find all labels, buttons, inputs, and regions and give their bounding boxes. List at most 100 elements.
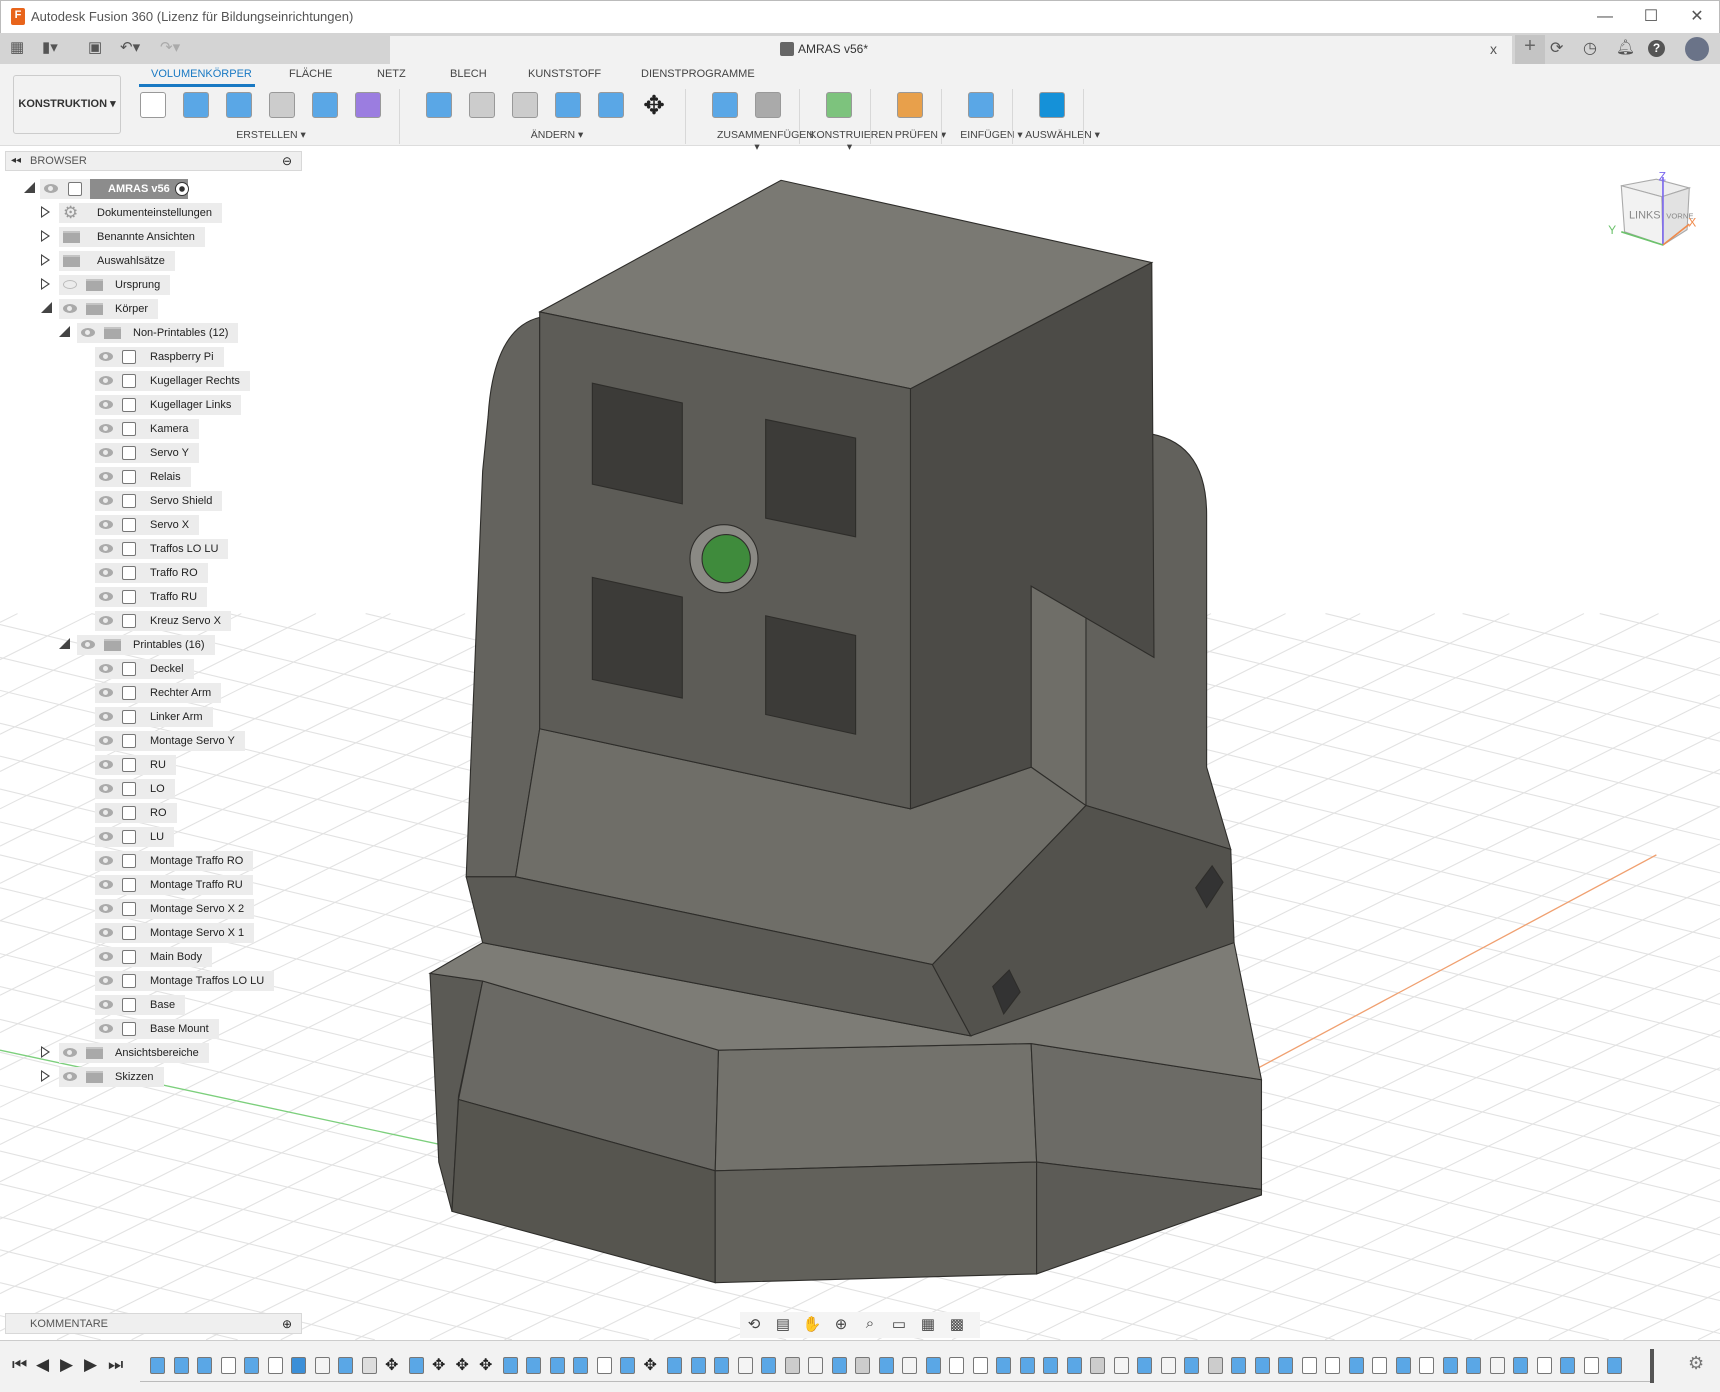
group-label-6[interactable]: AUSWÄHLEN ▾ (1023, 129, 1103, 141)
extrude-feature-icon[interactable] (620, 1357, 635, 1374)
sketch-edit-feature-icon[interactable] (1489, 1357, 1505, 1374)
close-window-button[interactable]: ✕ (1677, 5, 1717, 29)
eye-icon[interactable] (99, 952, 113, 961)
eye-icon[interactable] (99, 712, 113, 721)
select-icon[interactable] (1036, 88, 1068, 122)
viewcube[interactable]: LINKS VORNE Z X Y (1608, 169, 1696, 246)
first-icon[interactable]: ⏮ (12, 1355, 27, 1375)
collapsed-triangle-icon[interactable] (41, 278, 50, 290)
joint-feature-icon[interactable] (361, 1357, 377, 1374)
eye-icon[interactable] (99, 352, 113, 361)
minimize-panel-icon[interactable]: ⊖ (282, 154, 292, 168)
tab-2[interactable]: NETZ (377, 68, 406, 80)
eye-icon[interactable] (63, 304, 77, 313)
sketch-feature-icon[interactable] (972, 1357, 988, 1374)
browser-item[interactable]: Ansichtsbereiche (0, 1043, 300, 1063)
browser-item[interactable]: Kreuz Servo X (0, 611, 300, 631)
extrude-feature-icon[interactable] (150, 1357, 165, 1374)
eye-icon[interactable] (81, 640, 95, 649)
eye-icon[interactable] (99, 448, 113, 457)
browser-item[interactable]: RU (0, 755, 300, 775)
workspace-dropdown[interactable]: KONSTRUKTION ▾ (13, 75, 121, 134)
fillet-feature-icon[interactable] (784, 1357, 800, 1374)
hidden-eye-icon[interactable] (63, 280, 77, 289)
browser-item[interactable]: Rechter Arm (0, 683, 300, 703)
extrude-feature-icon[interactable] (173, 1357, 189, 1374)
combine-feature-icon[interactable] (1278, 1357, 1293, 1374)
add-comment-icon[interactable]: ⊕ (282, 1317, 292, 1331)
browser-item[interactable]: Base (0, 995, 300, 1015)
combine-feature-icon[interactable] (1560, 1357, 1575, 1374)
combine-feature-icon[interactable] (549, 1357, 565, 1374)
file-icon[interactable]: ▮▾ (42, 38, 58, 56)
extrude-icon[interactable] (180, 88, 212, 122)
fillet-feature-icon[interactable] (1207, 1357, 1223, 1374)
undo-icon[interactable]: ↶▾ (120, 38, 140, 56)
eye-icon[interactable] (63, 1072, 77, 1081)
extrude-feature-icon[interactable] (502, 1357, 518, 1374)
fillet-feature-icon[interactable] (1090, 1357, 1105, 1374)
eye-icon[interactable] (99, 1024, 113, 1033)
browser-item[interactable]: Servo Y (0, 443, 300, 463)
maximize-button[interactable]: ☐ (1631, 5, 1671, 29)
move-feature-icon[interactable]: ✥ (432, 1357, 447, 1374)
eye-icon[interactable] (99, 664, 113, 673)
eye-icon[interactable] (99, 784, 113, 793)
combine-feature-icon[interactable] (573, 1357, 588, 1374)
eye-icon[interactable] (99, 928, 113, 937)
eye-icon[interactable] (99, 832, 113, 841)
split-face-icon[interactable] (595, 88, 627, 122)
tab-0[interactable]: VOLUMENKÖRPER (151, 68, 252, 80)
zoom-icon[interactable]: ⊕ (831, 1315, 851, 1335)
eye-icon[interactable] (99, 880, 113, 889)
display-settings-icon[interactable]: ▭ (889, 1315, 909, 1335)
3d-model[interactable] (428, 179, 1263, 1284)
extrude-feature-icon[interactable] (996, 1357, 1011, 1374)
browser-panel-header[interactable]: ◂◂ BROWSER ⊖ (5, 151, 302, 171)
sketch-feature-icon[interactable] (1583, 1357, 1599, 1374)
comments-panel-header[interactable]: KOMMENTARE ⊕ (5, 1313, 302, 1334)
extrude-feature-icon[interactable] (526, 1357, 541, 1374)
sketch-edit-feature-icon[interactable] (808, 1357, 823, 1374)
browser-item[interactable]: Traffo RU (0, 587, 300, 607)
eye-icon[interactable] (99, 904, 113, 913)
eye-icon[interactable] (99, 424, 113, 433)
activate-radio-icon[interactable] (175, 182, 189, 196)
collapsed-triangle-icon[interactable] (41, 1046, 50, 1058)
eye-icon[interactable] (63, 1048, 77, 1057)
browser-item[interactable]: Montage Traffo RU (0, 875, 300, 895)
extrude-feature-icon[interactable] (1066, 1357, 1082, 1374)
new-tab-plus-icon[interactable]: + (1515, 35, 1545, 64)
eye-icon[interactable] (99, 760, 113, 769)
user-avatar[interactable] (1685, 37, 1709, 61)
sketch-feature-icon[interactable] (949, 1357, 964, 1374)
browser-item[interactable]: Kugellager Rechts (0, 371, 300, 391)
move-feature-icon[interactable]: ✥ (456, 1357, 471, 1374)
group-label-5[interactable]: EINFÜGEN ▾ (952, 129, 1032, 141)
browser-item[interactable]: Printables (16) (0, 635, 300, 655)
browser-item[interactable]: Körper (0, 299, 300, 319)
browser-item[interactable]: Montage Traffos LO LU (0, 971, 300, 991)
move-feature-icon[interactable]: ✥ (644, 1357, 659, 1374)
orbit-icon[interactable]: ⟲ (744, 1315, 764, 1335)
minimize-button[interactable]: — (1585, 5, 1625, 29)
eye-icon[interactable] (99, 472, 113, 481)
sketch-edit-feature-icon[interactable] (902, 1357, 917, 1374)
browser-item[interactable]: Auswahlsätze (0, 251, 300, 271)
viewcube-face-links[interactable]: LINKS (1629, 210, 1661, 222)
collapsed-triangle-icon[interactable] (41, 230, 50, 242)
tab-5[interactable]: DIENSTPROGRAMME (641, 68, 755, 80)
browser-item[interactable]: LU (0, 827, 300, 847)
extrude-feature-icon[interactable] (667, 1357, 682, 1374)
eye-icon[interactable] (99, 376, 113, 385)
combine-feature-icon[interactable] (1348, 1357, 1364, 1374)
save-icon[interactable]: ▣ (88, 38, 102, 56)
insert-image-icon[interactable] (965, 88, 997, 122)
browser-item[interactable]: Montage Traffo RO (0, 851, 300, 871)
extrude-feature-icon[interactable] (925, 1357, 941, 1374)
sketch-edit-feature-icon[interactable] (1160, 1357, 1176, 1374)
combine-feature-icon[interactable] (1019, 1357, 1035, 1374)
eye-icon[interactable] (99, 736, 113, 745)
eye-icon[interactable] (81, 328, 95, 337)
extrude-feature-icon[interactable] (831, 1357, 847, 1374)
